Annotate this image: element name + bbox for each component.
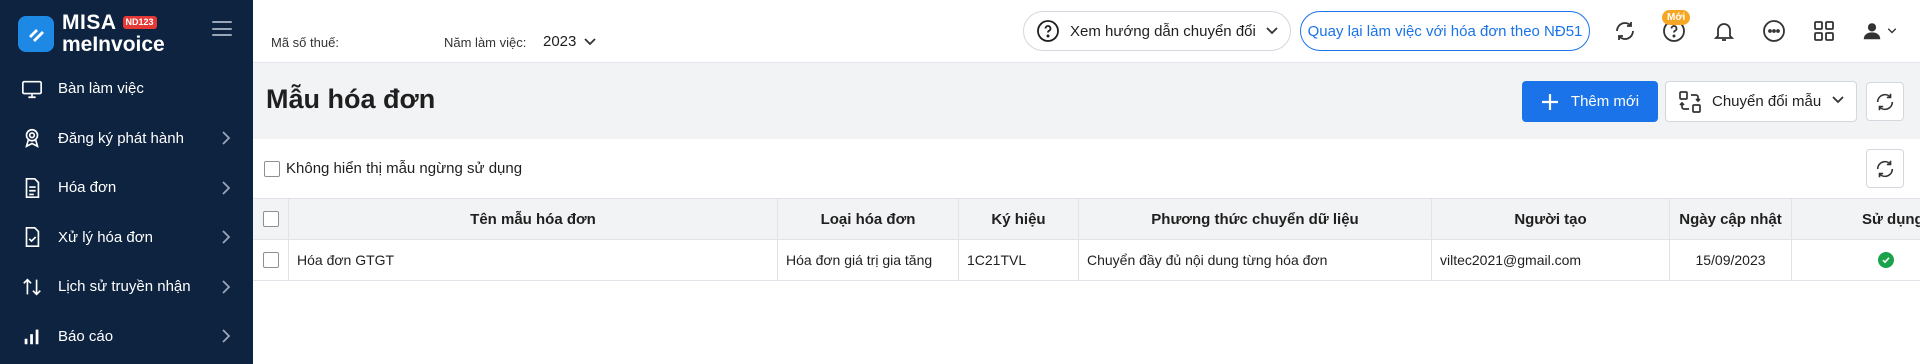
cell-creator: viltec2021@gmail.com: [1432, 240, 1670, 280]
refresh-icon: [1876, 160, 1894, 177]
working-year-select[interactable]: 2023: [543, 33, 597, 50]
add-new-button[interactable]: Thêm mới: [1522, 81, 1658, 122]
page-title: Mẫu hóa đơn: [266, 84, 436, 114]
logo-mark-icon: [18, 15, 54, 52]
sidebar-item-dashboard[interactable]: Bàn làm việc: [0, 64, 253, 114]
column-header-in-use[interactable]: Sử dụng: [1792, 199, 1920, 239]
row-select-cell: [253, 240, 289, 280]
hide-inactive-label: Không hiển thị mẫu ngừng sử dụng: [286, 160, 523, 177]
chevron-right-icon: [222, 329, 231, 343]
hide-inactive-filter[interactable]: Không hiển thị mẫu ngừng sử dụng: [264, 160, 522, 177]
conversion-guide-dropdown[interactable]: Xem hướng dẫn chuyển đổi: [1023, 11, 1291, 51]
sidebar-item-label: Bàn làm việc: [58, 80, 144, 98]
hamburger-menu-icon[interactable]: [212, 21, 232, 36]
sidebar-item-label: Báo cáo: [58, 327, 114, 345]
tax-code-label: Mã số thuế:: [271, 35, 339, 50]
app-logo[interactable]: MISA ND123 meInvoice: [18, 12, 165, 55]
sidebar-item-reports[interactable]: Báo cáo: [0, 312, 253, 362]
brand-name: MISA: [62, 11, 117, 34]
top-bar: Mã số thuế: Năm làm việc: 2023 Xem hướng…: [253, 0, 1920, 63]
award-icon: [20, 126, 44, 150]
sync-icon[interactable]: [1611, 17, 1639, 45]
table-header: Tên mẫu hóa đơn Loại hóa đơn Ký hiệu Phư…: [253, 198, 1920, 240]
chevron-down-icon: [1266, 27, 1278, 35]
user-menu[interactable]: [1859, 17, 1899, 45]
refresh-header-button[interactable]: [1866, 82, 1904, 121]
invoice-template-table: Tên mẫu hóa đơn Loại hóa đơn Ký hiệu Phư…: [253, 198, 1920, 281]
row-checkbox[interactable]: [262, 252, 279, 268]
column-header-method[interactable]: Phương thức chuyển dữ liệu: [1079, 199, 1432, 239]
hide-inactive-checkbox[interactable]: [264, 160, 280, 177]
column-header-type[interactable]: Loại hóa đơn: [778, 199, 959, 239]
select-all-checkbox[interactable]: [262, 211, 279, 227]
column-header-updated[interactable]: Ngày cập nhật: [1670, 199, 1792, 239]
document-icon: [20, 176, 44, 200]
sidebar-item-transfer-history[interactable]: Lịch sử truyền nhận: [0, 262, 253, 312]
swap-icon: [1679, 90, 1701, 113]
help-circle-icon: [1037, 20, 1059, 42]
sidebar: MISA ND123 meInvoice Bàn làm việc Đăng k…: [0, 0, 253, 364]
refresh-table-button[interactable]: [1866, 149, 1904, 188]
chevron-right-icon: [222, 181, 231, 195]
convert-template-label: Chuyển đổi mẫu: [1712, 93, 1822, 110]
column-header-name[interactable]: Tên mẫu hóa đơn: [289, 199, 778, 239]
column-header-symbol[interactable]: Ký hiệu: [959, 199, 1079, 239]
sidebar-item-label: Lịch sử truyền nhận: [58, 278, 191, 296]
more-icon[interactable]: [1760, 17, 1788, 45]
sidebar-item-label: Xử lý hóa đơn: [58, 228, 153, 246]
cell-template-name: Hóa đơn GTGT: [289, 240, 778, 280]
cell-symbol: 1C21TVL: [959, 240, 1079, 280]
new-badge: Mới: [1662, 10, 1691, 25]
monitor-icon: [20, 77, 44, 101]
brand-badge: ND123: [122, 16, 157, 29]
add-new-label: Thêm mới: [1570, 93, 1640, 110]
conversion-guide-label: Xem hướng dẫn chuyển đổi: [1070, 22, 1256, 40]
chevron-right-icon: [222, 131, 231, 145]
chevron-down-icon: [1887, 28, 1897, 34]
sidebar-nav: Bàn làm việc Đăng ký phát hành Hóa đơn X…: [0, 64, 253, 361]
transfer-arrows-icon: [20, 275, 44, 299]
select-all-cell: [253, 199, 289, 239]
cell-transfer-method: Chuyển đầy đủ nội dung từng hóa đơn: [1079, 240, 1432, 280]
document-check-icon: [20, 225, 44, 249]
check-circle-icon: [1878, 252, 1894, 268]
sidebar-item-invoices[interactable]: Hóa đơn: [0, 163, 253, 213]
bar-chart-icon: [20, 324, 44, 348]
chevron-right-icon: [222, 230, 231, 244]
column-header-creator[interactable]: Người tạo: [1432, 199, 1670, 239]
chevron-down-icon: [1832, 96, 1844, 104]
cell-invoice-type: Hóa đơn giá trị gia tăng: [778, 240, 959, 280]
brand-product: meInvoice: [62, 33, 165, 56]
chevron-down-icon: [584, 37, 597, 45]
sidebar-item-label: Hóa đơn: [58, 179, 117, 197]
apps-grid-icon[interactable]: [1810, 17, 1838, 45]
bell-icon[interactable]: [1710, 17, 1738, 45]
refresh-icon: [1876, 93, 1894, 110]
user-icon: [1863, 23, 1881, 40]
back-to-nd51-button[interactable]: Quay lại làm việc với hóa đơn theo NĐ51: [1300, 11, 1590, 51]
sidebar-item-registration[interactable]: Đăng ký phát hành: [0, 114, 253, 164]
sidebar-item-invoice-processing[interactable]: Xử lý hóa đơn: [0, 213, 253, 263]
plus-icon: [1541, 93, 1558, 110]
convert-template-dropdown[interactable]: Chuyển đổi mẫu: [1665, 81, 1857, 122]
working-year-value: 2023: [543, 33, 577, 50]
cell-updated-date: 15/09/2023: [1670, 240, 1792, 280]
cell-in-use: [1792, 240, 1920, 280]
table-row[interactable]: Hóa đơn GTGT Hóa đơn giá trị gia tăng 1C…: [253, 240, 1920, 281]
chevron-right-icon: [222, 280, 231, 294]
sidebar-item-label: Đăng ký phát hành: [58, 129, 184, 147]
working-year-label: Năm làm việc:: [444, 35, 527, 50]
